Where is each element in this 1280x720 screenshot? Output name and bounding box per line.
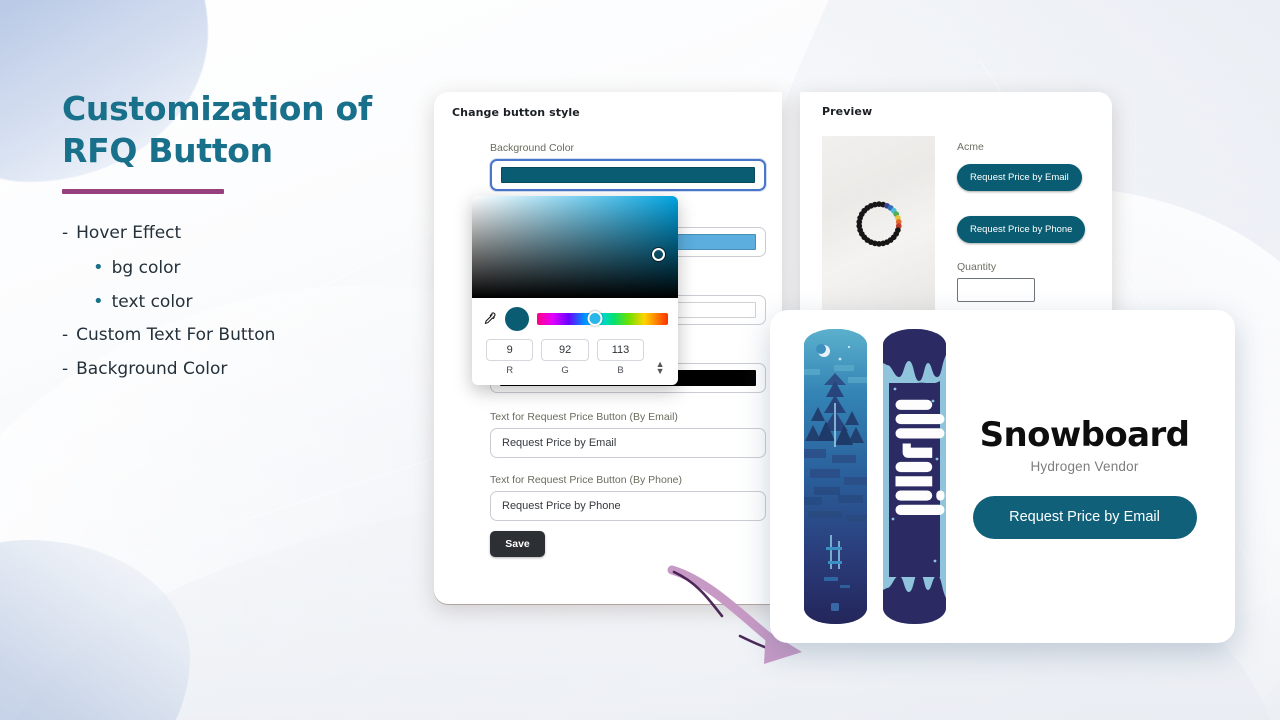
green-channel-group: 92 G (541, 339, 589, 376)
list-item: - Custom Text For Button (62, 327, 442, 344)
red-channel-input[interactable]: 9 (486, 339, 534, 361)
background-color-label: Background Color (490, 142, 575, 154)
red-channel-label: R (506, 365, 514, 376)
list-item-label: Background Color (76, 359, 228, 380)
snowboard-title: Snowboard (979, 414, 1190, 455)
preview-request-price-email-button[interactable]: Request Price by Email (957, 164, 1082, 191)
snowboard-liquid-graphic (883, 329, 946, 624)
list-item: - Background Color (62, 361, 442, 378)
list-item: • bg color (62, 259, 442, 277)
bullet-dot-icon: • (93, 291, 104, 313)
dash-marker-icon: - (62, 359, 69, 380)
snowboard-request-price-email-button[interactable]: Request Price by Email (972, 495, 1197, 539)
email-button-text-label: Text for Request Price Button (By Email) (490, 411, 678, 423)
page-title: Customization of RFQ Button (62, 88, 442, 172)
rgb-inputs-row: 9 R 92 G 113 B ▲ ▼ (472, 335, 678, 376)
form-card-title: Change button style (452, 106, 580, 119)
page-title-line-1: Customization of (62, 89, 372, 128)
list-item-label: Hover Effect (76, 223, 182, 244)
background-color-swatch (501, 167, 755, 183)
email-button-text-input[interactable]: Request Price by Email (490, 428, 766, 458)
phone-button-text-label: Text for Request Price Button (By Phone) (490, 474, 683, 486)
blue-channel-group: 113 B (596, 339, 645, 376)
list-item-label: Custom Text For Button (76, 325, 276, 346)
list-item-label: bg color (111, 258, 181, 279)
page-title-line-2: RFQ Button (62, 131, 273, 171)
phone-button-text-value: Request Price by Phone (502, 500, 621, 512)
slide-text-panel: Customization of RFQ Button - Hover Effe… (62, 88, 442, 395)
blue-channel-input[interactable]: 113 (596, 339, 645, 361)
snowboard-forest-graphic (804, 329, 867, 624)
color-picker-popover[interactable]: 9 R 92 G 113 B ▲ ▼ (472, 196, 678, 385)
green-channel-input[interactable]: 92 (541, 339, 589, 361)
quantity-label: Quantity (957, 261, 997, 273)
list-item: • text color (62, 293, 442, 311)
preview-request-price-phone-button[interactable]: Request Price by Phone (957, 216, 1086, 243)
saturation-handle[interactable] (652, 248, 665, 261)
slide-canvas: Customization of RFQ Button - Hover Effe… (0, 0, 1280, 720)
bracelet-graphic (855, 200, 902, 247)
preview-card-title: Preview (822, 105, 873, 118)
background-color-input[interactable] (490, 159, 766, 191)
hue-slider-handle[interactable] (587, 311, 603, 326)
phone-button-text-input[interactable]: Request Price by Phone (490, 491, 766, 521)
color-mode-stepper-icon[interactable]: ▲ ▼ (652, 339, 668, 376)
email-button-text-value: Request Price by Email (502, 437, 617, 449)
snowboard-images (804, 329, 946, 624)
selected-color-preview (505, 307, 529, 331)
list-item: - Hover Effect (62, 225, 442, 242)
quantity-input[interactable] (957, 278, 1035, 302)
green-channel-label: G (561, 365, 569, 376)
dash-marker-icon: - (62, 325, 69, 346)
title-underline (62, 189, 224, 195)
saturation-value-area[interactable] (472, 196, 678, 298)
list-item-label: text color (111, 292, 193, 313)
preview-vendor-name: Acme (957, 141, 984, 153)
bullet-dot-icon: • (93, 257, 104, 279)
product-image (822, 136, 935, 311)
dash-marker-icon: - (62, 223, 69, 244)
save-button[interactable]: Save (490, 531, 545, 557)
hue-slider[interactable] (537, 311, 668, 326)
red-channel-group: 9 R (486, 339, 534, 376)
blue-channel-label: B (617, 365, 624, 376)
feature-bullet-list: - Hover Effect • bg color • text color -… (62, 225, 442, 378)
snowboard-product-card: Snowboard Hydrogen Vendor Request Price … (770, 310, 1235, 643)
eyedropper-icon[interactable] (482, 311, 497, 327)
snowboard-vendor: Hydrogen Vendor (1030, 458, 1139, 474)
